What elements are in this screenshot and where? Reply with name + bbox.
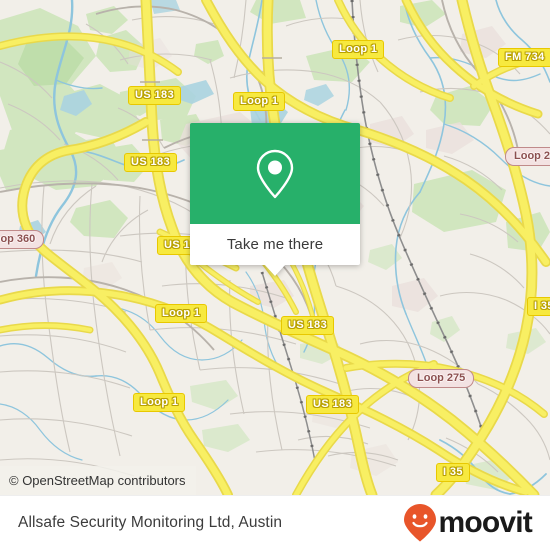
road-shield-label: Loop 360 <box>0 230 45 249</box>
road-shield-label: I 35 <box>436 463 470 482</box>
road-shield-label: I 35 <box>527 297 550 316</box>
attribution-text: © OpenStreetMap contributors <box>9 473 186 488</box>
map-page: Loop 1 FM 734 US 183 Loop 1 US 183 Loop 275 Lo… <box>0 0 550 550</box>
road-shield-label: Loop 275 <box>408 369 475 388</box>
road-shield-label: Loop 1 <box>133 393 186 412</box>
moovit-logo[interactable]: moovit <box>403 503 533 543</box>
popup-tail <box>264 264 286 276</box>
moovit-pin-icon <box>404 504 437 542</box>
road-shield-label: US 183 <box>306 395 360 414</box>
road-shield-label: US 183 <box>128 86 182 105</box>
road-shield-label: Loop 1 <box>155 304 208 323</box>
road-shield-label: Loop 1 <box>332 40 385 59</box>
road-shield-label: US 183 <box>281 316 335 335</box>
map-canvas[interactable]: Loop 1 FM 734 US 183 Loop 1 US 183 Loop 275 Lo… <box>0 0 550 495</box>
moovit-wordmark: moovit <box>438 506 532 539</box>
place-title: Allsafe Security Monitoring Ltd, Austin <box>18 514 283 531</box>
take-me-there-label: Take me there <box>226 236 324 253</box>
road-shield-label: Loop 275 <box>505 147 550 166</box>
popup-icon-panel <box>190 123 360 224</box>
road-shield-label: US 183 <box>124 153 178 172</box>
map-pin-icon <box>256 149 294 198</box>
map-attribution[interactable]: © OpenStreetMap contributors <box>0 466 196 495</box>
page-footer: Allsafe Security Monitoring Ltd, Austin … <box>0 495 550 550</box>
location-popup[interactable]: Take me there <box>190 123 360 276</box>
road-shield-label: FM 734 <box>498 48 550 67</box>
road-shield-label: Loop 1 <box>233 92 286 111</box>
popup-action-panel[interactable]: Take me there <box>190 224 360 276</box>
